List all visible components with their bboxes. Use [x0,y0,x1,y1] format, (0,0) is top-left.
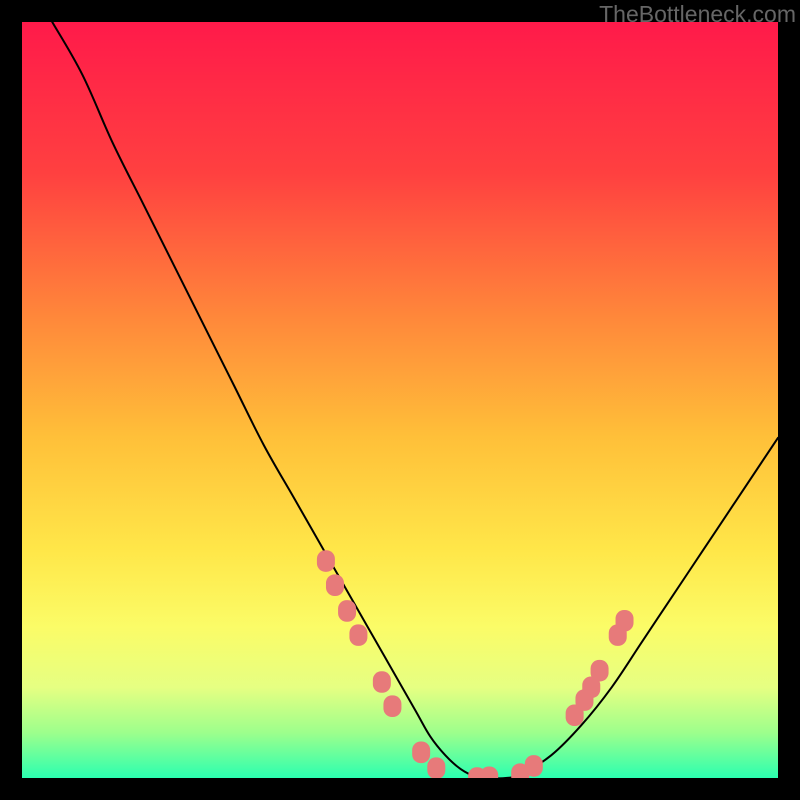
data-marker [427,757,445,778]
data-marker [525,755,543,777]
plot-area [22,22,778,778]
data-marker [326,574,344,596]
data-marker [373,671,391,693]
gradient-background [22,22,778,778]
data-marker [591,660,609,682]
data-marker [338,600,356,622]
data-marker [349,624,367,646]
data-marker [412,742,430,764]
data-marker [616,610,634,632]
chart-frame: TheBottleneck.com [0,0,800,800]
data-marker [383,695,401,717]
watermark-text: TheBottleneck.com [599,1,796,28]
bottleneck-curve-chart [22,22,778,778]
data-marker [317,550,335,572]
